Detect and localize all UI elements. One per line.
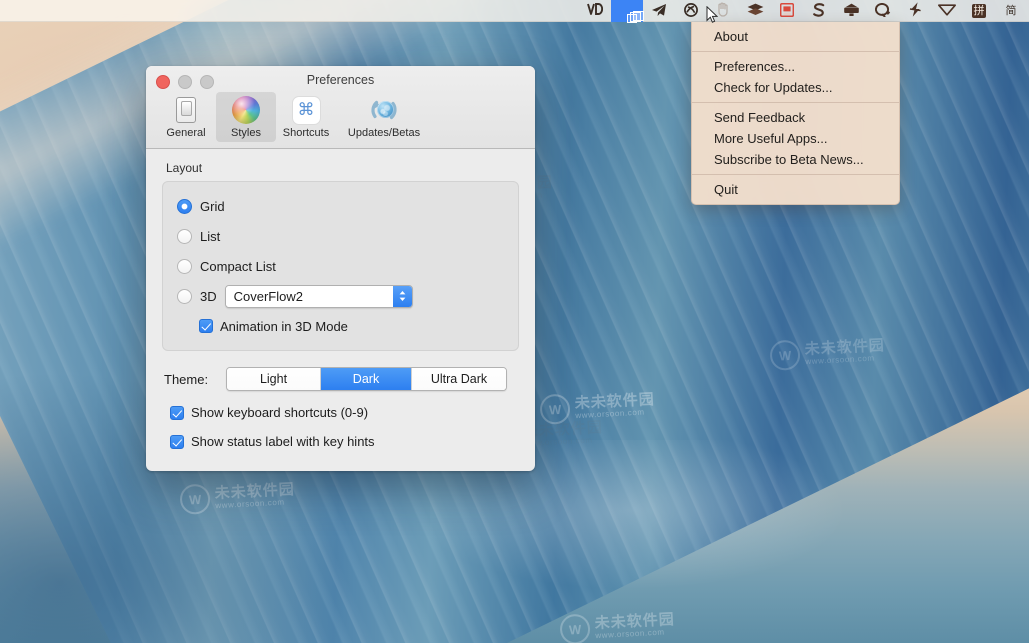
option-label: Animation in 3D Mode (220, 318, 348, 334)
layout-option-compact-list[interactable]: Compact List (177, 254, 504, 278)
menu-item-check-for-updates[interactable]: Check for Updates... (692, 77, 899, 98)
desktop-screen: W 未未软件园 www.orsoon.com W 未未软件园 www.orsoo… (0, 0, 1029, 643)
battery-bolt-icon (909, 2, 922, 19)
menu-item-subscribe-beta-news[interactable]: Subscribe to Beta News... (692, 149, 899, 170)
scrivener-icon (813, 2, 825, 19)
menu-bar-item-window-stacker[interactable] (611, 0, 644, 23)
radio-button[interactable] (177, 288, 192, 304)
menu-bar-item-speech-bubble[interactable] (867, 0, 899, 22)
toolbar-tab-label: Styles (231, 127, 261, 139)
menu-bar-item-input-source-pinyin[interactable]: 拼 (963, 0, 995, 22)
radio-button[interactable] (177, 228, 192, 244)
speech-bubble-icon (874, 2, 891, 19)
menu-separator (692, 51, 899, 52)
menu-bar-item-wifi[interactable] (931, 0, 963, 22)
preferences-window: Preferences General Styles ⌘ Shortcuts U… (146, 66, 535, 471)
option-label: 3D (200, 288, 217, 304)
theme-row: Theme: Light Dark Ultra Dark (164, 367, 519, 391)
checkbox[interactable] (199, 319, 213, 333)
telegram-icon (651, 3, 667, 19)
checkbox[interactable] (170, 405, 184, 420)
app-status-menu: About Preferences... Check for Updates..… (691, 22, 900, 205)
toolbar-tab-label: Updates/Betas (347, 127, 421, 139)
menu-bar-item-vectordesigner[interactable] (579, 0, 611, 22)
option-label: List (200, 228, 221, 244)
option-label: Compact List (200, 258, 276, 274)
toolbar-tab-label: General (166, 127, 206, 139)
preferences-content: Layout Grid List Compact List 3D CoverFl… (146, 149, 535, 449)
menu-bar-status-items: 拼 简 (579, 0, 1029, 23)
theme-option-ultra-dark[interactable]: Ultra Dark (412, 368, 506, 390)
color-wheel-icon (231, 95, 261, 125)
toolbar-tab-styles[interactable]: Styles (216, 92, 276, 142)
menu-item-quit[interactable]: Quit (692, 179, 899, 200)
show-status-label-row[interactable]: Show status label with key hints (170, 434, 519, 449)
layout-option-3d[interactable]: 3D CoverFlow2 (177, 284, 504, 308)
preferences-toolbar: General Styles ⌘ Shortcuts Updates/Betas (156, 92, 432, 142)
drawer-icon (747, 3, 764, 18)
chevron-updown-icon[interactable] (392, 285, 412, 307)
radio-button[interactable] (177, 258, 192, 274)
airplay-display-icon (843, 3, 860, 19)
theme-option-light[interactable]: Light (227, 368, 321, 390)
menu-separator (692, 102, 899, 103)
checkbox[interactable] (170, 434, 184, 449)
menu-item-more-useful-apps[interactable]: More Useful Apps... (692, 128, 899, 149)
menu-item-about[interactable]: About (692, 26, 899, 47)
option-label: Show keyboard shortcuts (0-9) (191, 405, 369, 420)
layout-options-box: Grid List Compact List 3D CoverFlow2 Ani… (162, 181, 519, 351)
menu-bar-item-input-source-simplified[interactable]: 简 (995, 0, 1027, 22)
vectordesigner-icon (587, 3, 604, 18)
toolbar-tab-general[interactable]: General (156, 92, 216, 142)
window-title: Preferences (306, 73, 375, 87)
radio-button[interactable] (177, 198, 192, 214)
theme-option-dark[interactable]: Dark (321, 368, 412, 390)
toolbar-tab-shortcuts[interactable]: ⌘ Shortcuts (276, 92, 336, 142)
animation-3d-checkbox-row[interactable]: Animation in 3D Mode (199, 314, 504, 338)
command-key-icon: ⌘ (291, 95, 321, 125)
popup-value: CoverFlow2 (225, 285, 393, 307)
creative-cloud-icon (683, 2, 699, 19)
wifi-icon (938, 3, 956, 18)
window-titlebar: Preferences General Styles ⌘ Shortcuts U… (146, 66, 535, 149)
layout-option-grid[interactable]: Grid (177, 194, 504, 218)
3d-style-popup[interactable]: CoverFlow2 (224, 284, 413, 308)
menu-bar-item-battery-bolt[interactable] (899, 0, 931, 22)
update-globe-icon (369, 95, 399, 125)
option-label: Show status label with key hints (191, 434, 375, 449)
menu-bar-item-airplay-display[interactable] (835, 0, 867, 22)
layout-group-label: Layout (166, 161, 203, 175)
input-source-simplified-icon: 简 (1005, 4, 1017, 17)
menu-separator (692, 174, 899, 175)
input-source-pinyin-icon: 拼 (972, 3, 986, 18)
menu-item-send-feedback[interactable]: Send Feedback (692, 107, 899, 128)
general-icon (171, 95, 201, 125)
menu-bar: 拼 简 (0, 0, 1029, 23)
menu-bar-item-printer[interactable] (771, 0, 803, 22)
menu-bar-item-telegram[interactable] (643, 0, 675, 22)
theme-label: Theme: (164, 371, 209, 387)
theme-segmented-control: Light Dark Ultra Dark (226, 367, 507, 391)
menu-bar-item-scrivener[interactable] (803, 0, 835, 22)
printer-icon (779, 2, 795, 19)
menu-bar-item-hand[interactable] (707, 0, 739, 22)
menu-bar-item-drawer[interactable] (739, 0, 771, 22)
hand-icon (716, 2, 730, 19)
menu-item-preferences[interactable]: Preferences... (692, 56, 899, 77)
show-keyboard-shortcuts-row[interactable]: Show keyboard shortcuts (0-9) (170, 405, 519, 420)
layout-option-list[interactable]: List (177, 224, 504, 248)
toolbar-tab-label: Shortcuts (282, 127, 330, 139)
menu-bar-item-creative-cloud[interactable] (675, 0, 707, 22)
toolbar-tab-updates-betas[interactable]: Updates/Betas (336, 92, 432, 142)
option-label: Grid (200, 198, 225, 214)
